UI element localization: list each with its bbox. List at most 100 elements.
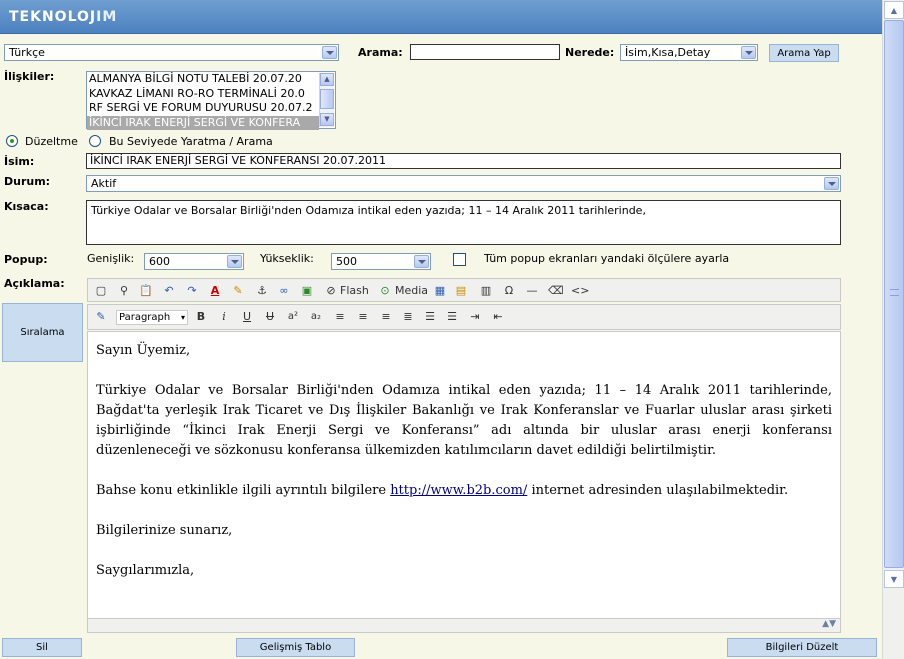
editor-statusbar: ▲▼ [87,619,841,633]
editor-toolbar-top: ▢ ⚲ 📋 ↶ ↷ A ✎ ⚓ ∞ ▣ ⊘ Flash ⊙ Media ▦ ▤ … [87,278,841,302]
height-label: Yükseklik: [260,252,314,265]
chevron-down-icon[interactable] [322,46,337,59]
relations-item-selected[interactable]: İKİNCİ IRAK ENERJİ SERGİ VE KONFERA [87,115,319,130]
link-icon[interactable]: ∞ [277,284,291,298]
relations-item[interactable]: ALMANYA BİLGİ NOTU TALEBİ 20.07.20 [87,72,319,87]
editor-link[interactable]: http://www.b2b.com/ [390,483,527,498]
table-icon[interactable]: ▦ [433,284,447,298]
search-input[interactable] [410,44,560,60]
flash-label[interactable]: Flash [340,284,369,297]
create-mode-radio[interactable] [89,135,101,147]
sort-button[interactable]: Sıralama [2,303,83,362]
format-select-value: Paragraph [119,312,171,323]
scroll-up-button[interactable]: ▲ [884,1,904,19]
app-header: TEKNOLOJIM [0,0,882,34]
flash-icon[interactable]: ⊘ [324,284,338,298]
chevron-down-icon[interactable] [824,177,839,190]
subscript-icon[interactable]: a₂ [309,310,323,324]
redo-icon[interactable]: ↷ [185,284,199,298]
description-label: Açıklama: [4,277,65,290]
find-icon[interactable]: ⚲ [117,284,131,298]
scroll-up-button[interactable]: ▲ [320,73,334,86]
layer-icon[interactable]: ▥ [479,284,493,298]
outdent-icon[interactable]: ⇤ [491,310,505,324]
advanced-table-button[interactable]: Gelişmiş Tablo [236,638,355,657]
editor-toolbar-bottom: ✎ Paragraph ▾ B i U U a² a₂ ≡ ≡ ≡ ≣ ☰ ☰ … [87,304,841,330]
scroll-down-button[interactable]: ▼ [320,113,334,126]
relations-scrollbar[interactable]: ▲ ▼ [319,73,334,127]
text-color-icon[interactable]: A [208,284,222,298]
chevron-down-icon[interactable] [741,46,756,59]
paste-icon[interactable]: 📋 [139,284,153,298]
media-label[interactable]: Media [395,284,428,297]
editor-closing: Saygılarımızla, [96,563,195,578]
editor-paragraph: Bilgilerinize sunarız, [96,523,233,538]
chevron-down-icon[interactable] [414,255,429,268]
unordered-list-icon[interactable]: ☰ [445,310,459,324]
where-label: Nerede: [565,46,615,59]
where-select-value: İsim,Kısa,Detay [625,46,711,59]
special-char-icon[interactable]: Ω [502,284,516,298]
edit-style-icon[interactable]: ✎ [94,310,108,324]
superscript-icon[interactable]: a² [286,310,300,324]
table-props-icon[interactable]: ▤ [454,284,468,298]
chevron-down-icon[interactable] [227,255,242,268]
width-label: Genişlik: [87,252,135,265]
status-select-value: Aktif [91,177,117,190]
ordered-list-icon[interactable]: ☰ [423,310,437,324]
page-scrollbar[interactable]: ▲ ▼ [882,0,904,659]
edit-mode-label: Düzeltme [25,135,78,148]
select-all-icon[interactable]: ▢ [94,284,108,298]
edit-mode-radio[interactable] [6,135,18,147]
language-select-value: Türkçe [9,46,45,59]
relations-item[interactable]: KAVKAZ LİMANI RO-RO TERMİNALİ 20.0 [87,87,319,102]
scrollbar-thumb[interactable] [320,89,334,109]
italic-icon[interactable]: i [217,310,231,324]
status-select[interactable]: Aktif [86,175,841,192]
search-button[interactable]: Arama Yap [769,44,839,62]
chevron-down-icon[interactable]: ▾ [181,311,185,324]
app-logo: TEKNOLOJIM [9,9,118,25]
all-popups-checkbox[interactable] [453,253,466,266]
undo-icon[interactable]: ↶ [162,284,176,298]
relations-item[interactable]: RF SERGİ VE FORUM DUYURUSU 20.07.2 [87,101,319,116]
image-icon[interactable]: ▣ [300,284,314,298]
height-select[interactable]: 500 [331,253,431,270]
editor-paragraph: Türkiye Odalar ve Borsalar Birliği'nden … [96,383,832,458]
scroll-down-button[interactable]: ▼ [884,570,904,588]
highlight-icon[interactable]: ✎ [231,284,245,298]
anchor-icon[interactable]: ⚓ [255,284,269,298]
align-justify-icon[interactable]: ≣ [401,310,415,324]
summary-textarea[interactable]: Türkiye Odalar ve Borsalar Birliği'nden … [86,200,841,245]
relations-listbox[interactable]: ALMANYA BİLGİ NOTU TALEBİ 20.07.20 KAVKA… [86,71,336,130]
delete-button[interactable]: Sil [2,638,82,657]
language-select[interactable]: Türkçe [4,44,339,61]
all-popups-label: Tüm popup ekranları yandaki ölçülere aya… [484,252,730,265]
scrollbar-thumb[interactable] [884,20,904,568]
strikethrough-icon[interactable]: U [263,310,277,324]
search-label: Arama: [358,46,403,59]
resize-handle-icon[interactable]: ▲▼ [822,619,836,629]
height-select-value: 500 [336,255,357,268]
editor-greeting: Sayın Üyemiz, [96,343,191,358]
popup-label: Popup: [4,253,48,266]
media-icon[interactable]: ⊙ [378,284,392,298]
align-center-icon[interactable]: ≡ [356,310,370,324]
status-label: Durum: [4,175,51,188]
update-info-button[interactable]: Bilgileri Düzelt [727,638,877,657]
horizontal-rule-icon[interactable]: — [525,284,539,298]
rich-text-editor[interactable]: Sayın Üyemiz, Türkiye Odalar ve Borsalar… [87,331,841,619]
where-select[interactable]: İsim,Kısa,Detay [620,44,758,61]
name-input[interactable]: İKİNCİ IRAK ENERJİ SERGİ VE KONFERANSI 2… [86,153,841,169]
indent-icon[interactable]: ⇥ [468,310,482,324]
width-select-value: 600 [149,255,170,268]
bold-icon[interactable]: B [194,310,208,324]
align-left-icon[interactable]: ≡ [333,310,347,324]
align-right-icon[interactable]: ≡ [379,310,393,324]
html-source-icon[interactable]: <> [571,284,589,298]
eraser-icon[interactable]: ⌫ [548,284,564,298]
format-select[interactable]: Paragraph ▾ [116,310,188,325]
underline-icon[interactable]: U [240,310,254,324]
editor-paragraph: Bahse konu etkinlikle ilgili ayrıntılı b… [96,483,789,498]
width-select[interactable]: 600 [144,253,244,270]
